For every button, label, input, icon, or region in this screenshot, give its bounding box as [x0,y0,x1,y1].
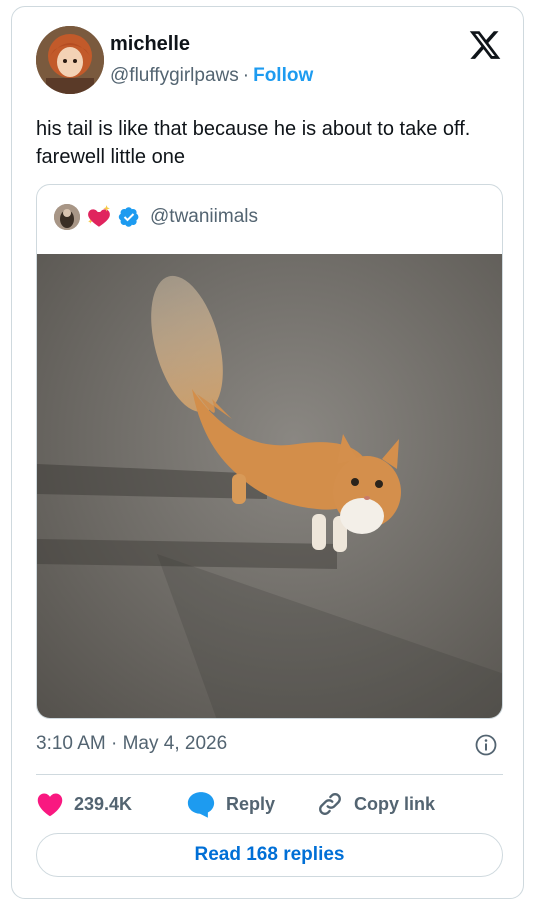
divider [36,774,503,775]
reply-icon [187,792,215,818]
cat-photo[interactable] [37,254,503,719]
separator: · [242,65,250,86]
copy-link-label: Copy link [354,793,436,814]
link-icon [319,793,341,815]
read-replies-button[interactable]: Read 168 replies [36,833,503,877]
tweet-card: michelle @fluffygirlpaws · Follow his tail… [11,6,524,899]
reply-label: Reply [226,793,276,814]
copy-link-button[interactable]: Copy link [316,790,435,818]
action-bar: 239.4K Reply Copy link [36,789,435,819]
tweet-text: his tail is like that because he is abou… [36,118,471,168]
quoted-header: @twaniimals [54,202,258,232]
sparkling-heart-icon [88,205,110,227]
like-button[interactable]: 239.4K [36,791,186,817]
x-logo-icon[interactable] [468,28,502,62]
author-handle[interactable]: @fluffygirlpaws [110,65,239,86]
author-handle-row: @fluffygirlpaws · Follow [110,65,313,87]
reply-button[interactable]: Reply [186,790,316,818]
quoted-handle[interactable]: @twaniimals [150,206,258,228]
quoted-avatar[interactable] [54,204,80,230]
info-icon[interactable] [475,734,497,756]
quoted-tweet[interactable]: @twaniimals [36,184,503,719]
like-count: 239.4K [74,793,133,814]
heart-icon [37,793,63,817]
verified-badge-icon [118,207,139,227]
tweet-timestamp[interactable]: 3:10 AM · May 4, 2026 [36,733,227,755]
author-avatar[interactable] [36,26,104,94]
author-name[interactable]: michelle [110,33,190,56]
follow-button[interactable]: Follow [253,65,313,86]
